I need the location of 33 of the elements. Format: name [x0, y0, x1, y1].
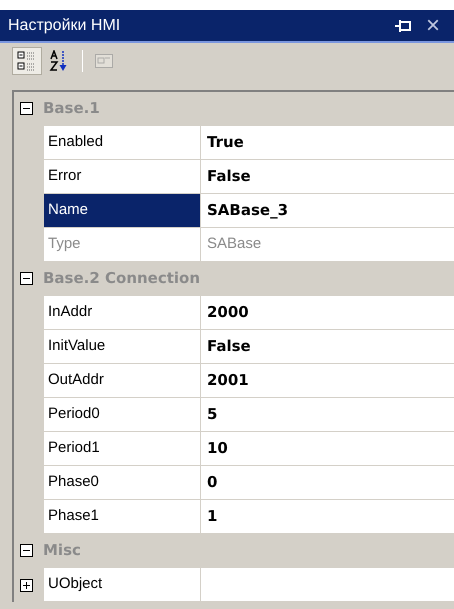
property-value[interactable]: 2000 [201, 296, 454, 330]
property-name[interactable]: InitValue [44, 330, 201, 364]
property-name[interactable]: Period0 [44, 398, 201, 432]
property-value[interactable]: SABase_3 [201, 194, 454, 228]
property-name[interactable]: Phase1 [44, 500, 201, 534]
categorized-icon [17, 50, 37, 72]
toolbar-button[interactable] [12, 46, 42, 74]
property-pages-icon [94, 52, 114, 70]
pin-icon [394, 20, 412, 32]
property-name[interactable]: Phase0 [44, 466, 201, 500]
property-name[interactable]: OutAddr [44, 364, 201, 398]
property-value[interactable]: 2001 [201, 364, 454, 398]
window-title: Настройки HMI [8, 16, 122, 36]
property-name[interactable]: InAddr [44, 296, 201, 330]
close-button[interactable]: × [420, 14, 446, 38]
property-value[interactable]: False [201, 330, 454, 364]
collapse-icon[interactable] [20, 272, 33, 285]
property-name[interactable]: UObject [44, 568, 201, 602]
property-value[interactable]: True [201, 126, 454, 160]
collapse-icon[interactable] [20, 544, 33, 557]
pin-button[interactable] [392, 20, 414, 32]
sort-alphabetical-icon [49, 50, 69, 72]
property-name[interactable]: Period1 [44, 432, 201, 466]
property-name[interactable]: Name [44, 194, 201, 228]
property-value[interactable]: 5 [201, 398, 454, 432]
property-value[interactable]: 1 [201, 500, 454, 534]
property-value[interactable]: 0 [201, 466, 454, 500]
property-value[interactable]: 10 [201, 432, 454, 466]
property-name[interactable]: Error [44, 160, 201, 194]
property-value[interactable]: False [201, 160, 454, 194]
property-name[interactable]: Enabled [44, 126, 201, 160]
expand-icon[interactable] [20, 578, 33, 592]
collapse-icon[interactable] [20, 102, 33, 115]
